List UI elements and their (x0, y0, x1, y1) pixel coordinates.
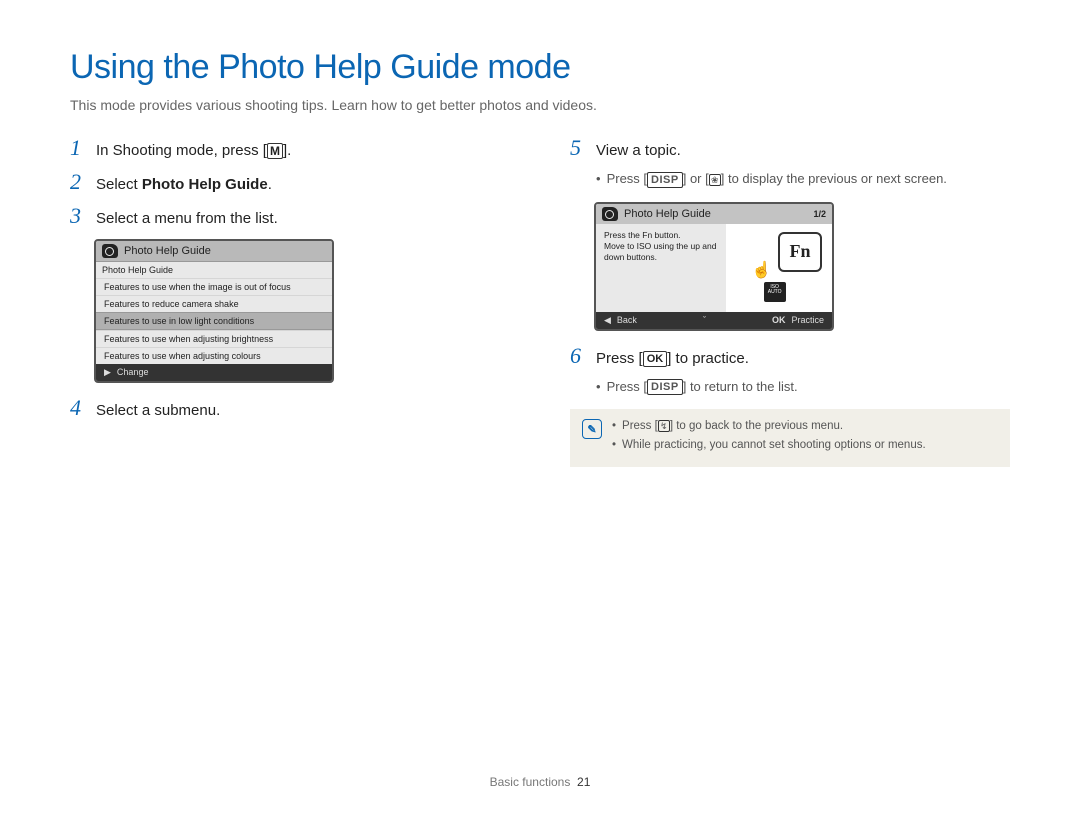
fn-button-icon: Fn (778, 232, 822, 272)
note-item: While practicing, you cannot set shootin… (612, 438, 926, 453)
page-title: Using the Photo Help Guide mode (70, 48, 1010, 87)
step-6-text: Press [OK] to practice. (596, 345, 749, 369)
note-icon: ✎ (582, 419, 602, 439)
step-5-text: View a topic. (596, 137, 681, 161)
menu-row: Features to reduce camera shake (96, 295, 332, 312)
step-number-5: 5 (570, 137, 588, 159)
lcd1-subtitle: Photo Help Guide (96, 262, 332, 278)
iso-icon: ISO AUTO (764, 282, 786, 302)
flash-icon: ↯ (658, 420, 670, 432)
lcd1-header: Photo Help Guide (96, 241, 332, 262)
lcd-menu-screen: Photo Help Guide Photo Help Guide Featur… (94, 239, 334, 383)
step-number-3: 3 (70, 205, 88, 227)
step-number-2: 2 (70, 171, 88, 193)
step-1-text: In Shooting mode, press [M]. (96, 137, 291, 161)
lcd2-footer: ◀ Back ˇ OK Practice (596, 312, 832, 329)
lcd1-footer: ▶ Change (96, 364, 332, 381)
menu-row-selected: Features to use in low light conditions (96, 312, 332, 330)
footer-section: Basic functions (490, 775, 571, 789)
page-footer: Basic functions 21 (0, 775, 1080, 789)
page-counter: 1/2 (813, 209, 826, 219)
footer-page-number: 21 (577, 775, 590, 789)
down-caret-icon: ˇ (643, 315, 766, 325)
step-4-text: Select a submenu. (96, 397, 220, 421)
macro-icon: ❀ (709, 174, 721, 186)
menu-row: Features to use when the image is out of… (96, 278, 332, 295)
step-number-4: 4 (70, 397, 88, 419)
lcd2-header-label: Photo Help Guide (624, 208, 711, 220)
practice-label: Practice (791, 315, 824, 325)
right-arrow-icon: ▶ (104, 367, 111, 378)
right-column: 5 View a topic. Press [DISP] or [❀] to d… (570, 137, 1010, 467)
disp-key: DISP (647, 172, 683, 188)
guide-icon (102, 244, 118, 258)
menu-row: Features to use when adjusting brightnes… (96, 330, 332, 347)
pointer-icon: ☝ (752, 260, 772, 280)
disp-key: DISP (647, 379, 683, 395)
note-box: ✎ Press [↯] to go back to the previous m… (570, 409, 1010, 467)
left-arrow-icon: ◀ (604, 315, 611, 326)
step-number-1: 1 (70, 137, 88, 159)
step-5-bullet: Press [DISP] or [❀] to display the previ… (596, 171, 1010, 188)
lcd2-body-text: Press the Fn button. Move to ISO using t… (596, 224, 726, 312)
left-column: 1 In Shooting mode, press [M]. 2 Select … (70, 137, 480, 467)
step-3-text: Select a menu from the list. (96, 205, 278, 229)
lcd1-footer-label: Change (117, 367, 149, 378)
lcd2-illustration: Fn ☝ ISO AUTO (726, 224, 832, 312)
ok-label-mini: OK (772, 315, 786, 325)
lcd1-header-label: Photo Help Guide (124, 245, 211, 257)
step-number-6: 6 (570, 345, 588, 367)
ok-key: OK (643, 351, 668, 367)
guide-icon (602, 207, 618, 221)
step-6-bullet: Press [DISP] to return to the list. (596, 379, 1010, 396)
back-label: Back (617, 315, 637, 325)
menu-row: Features to use when adjusting colours (96, 347, 332, 364)
m-key: M (267, 143, 283, 159)
lcd-topic-screen: Photo Help Guide 1/2 Press the Fn button… (594, 202, 834, 331)
note-item: Press [↯] to go back to the previous men… (612, 419, 926, 434)
lcd2-header: Photo Help Guide 1/2 (596, 204, 832, 224)
page-subtitle: This mode provides various shooting tips… (70, 97, 1010, 113)
step-2-text: Select Photo Help Guide. (96, 171, 272, 195)
